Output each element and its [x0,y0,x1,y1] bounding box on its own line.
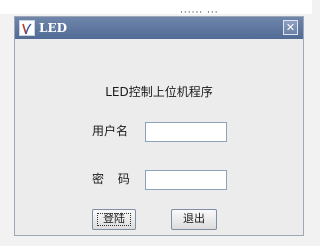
app-heading: LED控制上位机程序 [105,85,213,99]
password-label: 密 码 [92,172,130,186]
username-label: 用户名 [92,124,129,138]
exit-button-label: 退出 [183,213,205,225]
login-button[interactable]: 登陆 [92,209,136,230]
exit-button[interactable]: 退出 [171,209,217,230]
focus-ring [97,213,131,226]
dialog-content: LED控制上位机程序 用户名 密 码 登陆 退出 [15,39,303,235]
close-icon: ✕ [285,21,296,34]
login-dialog: LED ✕ LED控制上位机程序 用户名 密 码 登陆 退出 [14,16,304,236]
password-input[interactable] [145,170,227,190]
username-input[interactable] [145,122,227,142]
close-button[interactable]: ✕ [283,20,298,35]
window-title: LED [39,21,67,35]
title-bar[interactable]: LED ✕ [15,17,303,39]
app-logo-icon [19,20,35,36]
